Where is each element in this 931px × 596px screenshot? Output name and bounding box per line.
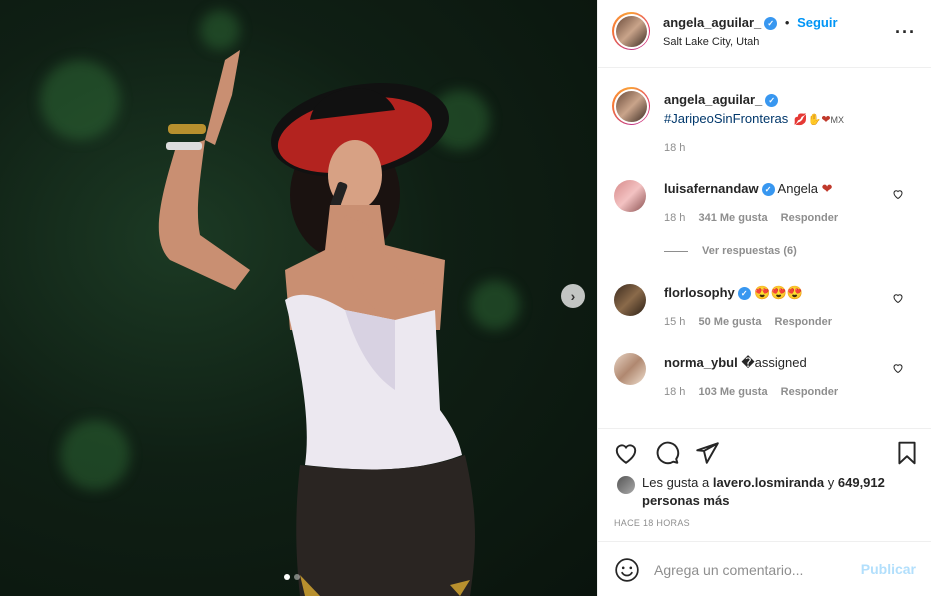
post-location[interactable]: Salt Lake City, Utah	[663, 36, 759, 48]
more-options-icon[interactable]: ···	[895, 22, 916, 43]
like-comment-heart-icon[interactable]	[892, 362, 904, 374]
comment-time: 18 h	[664, 212, 686, 224]
mx-flag-icon: MX	[830, 115, 845, 125]
comment-input[interactable]	[654, 558, 854, 582]
comment-time: 15 h	[664, 316, 686, 328]
likes-mid: y	[827, 475, 835, 490]
commenter-avatar[interactable]	[614, 180, 646, 212]
comment-text: �assigned	[741, 355, 807, 370]
comment-bubble-icon[interactable]	[654, 440, 680, 466]
comment-emoji: 😍😍😍	[754, 285, 803, 300]
caption-emojis: 💋✋❤	[793, 114, 831, 126]
comment-likes[interactable]: 50 Me gusta	[698, 316, 761, 328]
post-header: angela_aguilar_ ✓ • Seguir Salt Lake City…	[598, 0, 931, 68]
commenter-avatar[interactable]	[614, 284, 646, 316]
save-bookmark-icon[interactable]	[894, 440, 920, 466]
carousel-indicator	[284, 574, 300, 580]
author-avatar[interactable]	[612, 12, 650, 50]
add-comment-bar: Publicar	[598, 541, 931, 596]
reply-button[interactable]: Responder	[781, 212, 838, 224]
hashtag-link[interactable]: #JaripeoSinFronteras	[664, 111, 788, 126]
comment-likes[interactable]: 341 Me gusta	[698, 212, 767, 224]
carousel-dot	[284, 574, 290, 580]
performer-photo	[158, 50, 475, 596]
caption-avatar[interactable]	[612, 87, 650, 125]
commenter-username[interactable]: florlosophy	[664, 285, 735, 300]
reply-button[interactable]: Responder	[781, 386, 838, 398]
liker-username[interactable]: lavero.losmiranda	[713, 475, 824, 490]
comment-time: 18 h	[664, 386, 686, 398]
like-heart-icon[interactable]	[613, 440, 639, 466]
caption-username[interactable]: angela_aguilar_	[664, 92, 762, 107]
reply-button[interactable]: Responder	[775, 316, 832, 328]
like-comment-heart-icon[interactable]	[892, 292, 904, 304]
post-media[interactable]: ›	[0, 0, 597, 596]
carousel-next-button[interactable]: ›	[561, 284, 585, 308]
view-replies-button[interactable]: Ver respuestas (6)	[664, 245, 797, 257]
commenter-username[interactable]: luisafernandaw	[664, 181, 759, 196]
verified-badge-icon: ✓	[765, 94, 779, 108]
view-replies-label: Ver respuestas (6)	[702, 245, 797, 257]
comment-emoji: ❤	[821, 181, 833, 196]
comment-text: Angela	[777, 181, 819, 196]
likes-prefix: Les gusta a	[642, 475, 710, 490]
post-side-panel: angela_aguilar_ ✓ • Seguir Salt Lake City…	[597, 0, 931, 596]
verified-badge-icon: ✓	[737, 287, 751, 301]
post-actions	[598, 436, 931, 470]
chevron-right-icon: ›	[570, 288, 576, 304]
author-username[interactable]: angela_aguilar_	[663, 15, 761, 30]
carousel-dot	[294, 574, 300, 580]
commenter-avatar[interactable]	[614, 353, 646, 385]
liker-avatar[interactable]	[617, 476, 635, 494]
comment-likes[interactable]: 103 Me gusta	[698, 386, 767, 398]
follow-button[interactable]: Seguir	[797, 15, 837, 30]
separator-dot: •	[784, 15, 790, 30]
comments-section[interactable]: angela_aguilar_ ✓ #JaripeoSinFronteras 💋✋…	[598, 68, 931, 429]
verified-badge-icon: ✓	[761, 183, 775, 197]
like-comment-heart-icon[interactable]	[892, 188, 904, 200]
post-timestamp[interactable]: HACE 18 HORAS	[614, 518, 690, 528]
share-paper-plane-icon[interactable]	[694, 440, 720, 466]
commenter-username[interactable]: norma_ybul	[664, 355, 738, 370]
publish-button[interactable]: Publicar	[861, 561, 916, 577]
emoji-smile-icon[interactable]	[614, 557, 640, 583]
verified-badge-icon: ✓	[764, 17, 778, 31]
caption-time: 18 h	[664, 142, 686, 154]
